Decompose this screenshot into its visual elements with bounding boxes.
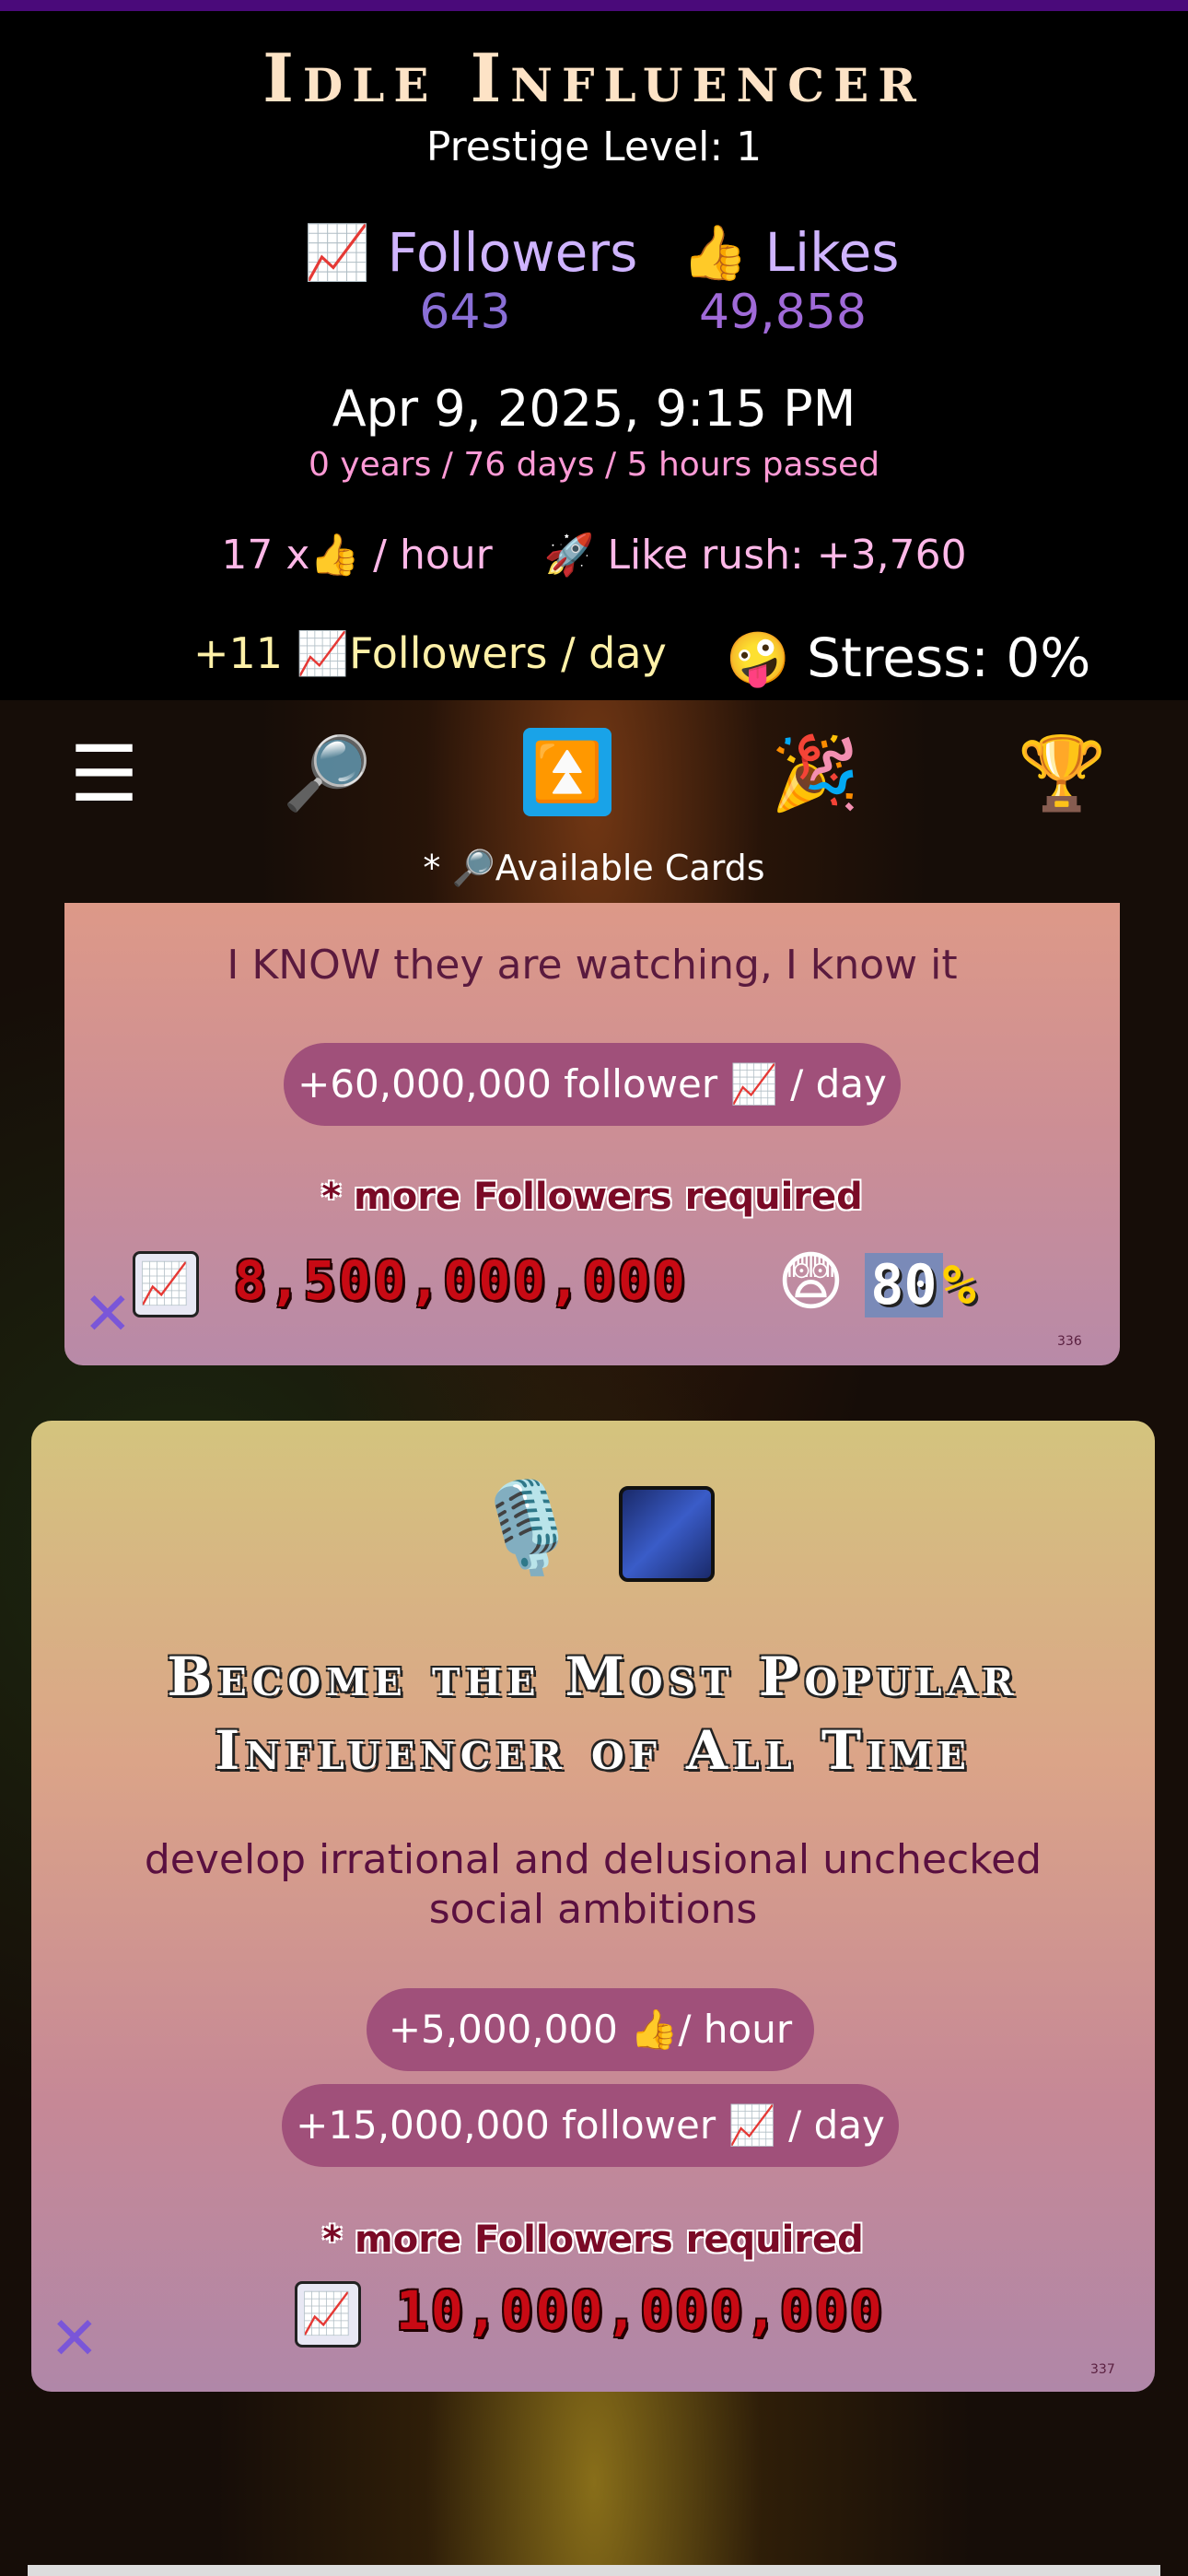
card-description: develop irrational and delusional unchec…: [144, 1836, 1042, 1933]
card-number: 336: [1057, 1334, 1082, 1349]
menu-icon[interactable]: ☰: [53, 728, 155, 820]
followers-label: Followers: [387, 221, 638, 284]
like-rush[interactable]: 🚀 Like rush: +3,760: [544, 532, 967, 579]
time-elapsed: 0 years / 76 days / 5 hours passed: [308, 446, 880, 484]
thumbs-up-icon: 👍: [681, 221, 749, 284]
followers-value: 643: [419, 285, 511, 340]
reward-followers-per-day: +60,000,000 follower 📈 / day: [284, 1043, 901, 1126]
followers-stat: 📈 Followers 643: [304, 221, 637, 340]
likes-stat: 👍 Likes 49,858: [681, 221, 900, 340]
chart-increasing-icon: 📈: [295, 2280, 361, 2348]
requirement-note: * more Followers required: [322, 2219, 864, 2261]
stress-meter: 🤪 Stress: 0%: [726, 626, 1090, 689]
followers-stress-row: +11 📈Followers / day 🤪 Stress: 0%: [0, 621, 1188, 695]
rates-line: 17 x👍 / hour 🚀 Like rush: +3,760: [0, 531, 1188, 579]
game-date: Apr 9, 2025, 9:15 PM: [332, 380, 856, 438]
microphone-icon: 🎙️: [472, 1476, 582, 1579]
card-title: Become the Most Popular Influencer of Al…: [167, 1645, 1019, 1782]
game-title: Idle Influencer: [262, 39, 926, 117]
followers-per-day: +11 📈Followers / day: [193, 628, 667, 678]
available-cards-heading: * 🔎Available Cards: [423, 848, 765, 888]
likes-per-hour: 17 x👍 / hour: [221, 532, 493, 579]
trophy-icon[interactable]: 🏆: [1011, 728, 1112, 820]
milky-way-icon: [618, 1485, 715, 1582]
card-number: 337: [1090, 2362, 1115, 2377]
reward-followers-per-day: +15,000,000 follower 📈 / day: [282, 2084, 899, 2167]
search-icon[interactable]: 🔎: [276, 728, 378, 820]
chart-increasing-icon: 📈: [133, 1250, 199, 1317]
top-accent-bar: [0, 0, 1188, 11]
fearful-face-icon: 😨: [777, 1244, 844, 1319]
card-336[interactable]: I KNOW they are watching, I know it +60,…: [64, 903, 1120, 1365]
counters: 📈 Followers 643 👍 Likes 49,858: [0, 221, 1188, 350]
upgrade-icon[interactable]: ⏫: [523, 728, 611, 816]
likes-value: 49,858: [699, 285, 867, 340]
close-icon[interactable]: ✕: [83, 1281, 133, 1349]
likes-label: Likes: [764, 221, 900, 284]
cost-value: 8,500,000,000: [233, 1249, 688, 1312]
card-cost: 📈 8,500,000,000: [133, 1249, 688, 1317]
card-quote: I KNOW they are watching, I know it: [227, 942, 958, 989]
card-icons: 🎙️: [31, 1476, 1155, 1582]
requirement-note: * more Followers required: [321, 1176, 863, 1218]
percent-sign: %: [942, 1253, 976, 1317]
prestige-level: Prestige Level: 1: [425, 123, 763, 170]
card-337[interactable]: 🎙️ Become the Most Popular Influencer of…: [31, 1421, 1155, 2392]
cost-value: 10,000,000,000: [395, 2279, 885, 2342]
bottom-bar: [28, 2565, 1160, 2576]
party-popper-icon[interactable]: 🎉: [764, 728, 866, 820]
stats-header: Idle Influencer Prestige Level: 1 📈 Foll…: [0, 11, 1188, 700]
zany-face-icon: 🤪: [726, 629, 790, 689]
close-icon[interactable]: ✕: [50, 2305, 99, 2373]
main-toolbar: ☰ 🔎 ⏫ 🎉 🏆: [0, 717, 1188, 827]
stress-percent: 80: [865, 1253, 943, 1317]
reward-likes-per-hour: +5,000,000 👍/ hour: [367, 1988, 814, 2071]
card-stress: 😨 80%: [777, 1244, 976, 1319]
stress-value: Stress: 0%: [807, 626, 1091, 689]
card-cost: 📈 10,000,000,000: [295, 2279, 885, 2348]
chart-increasing-icon: 📈: [304, 221, 371, 284]
